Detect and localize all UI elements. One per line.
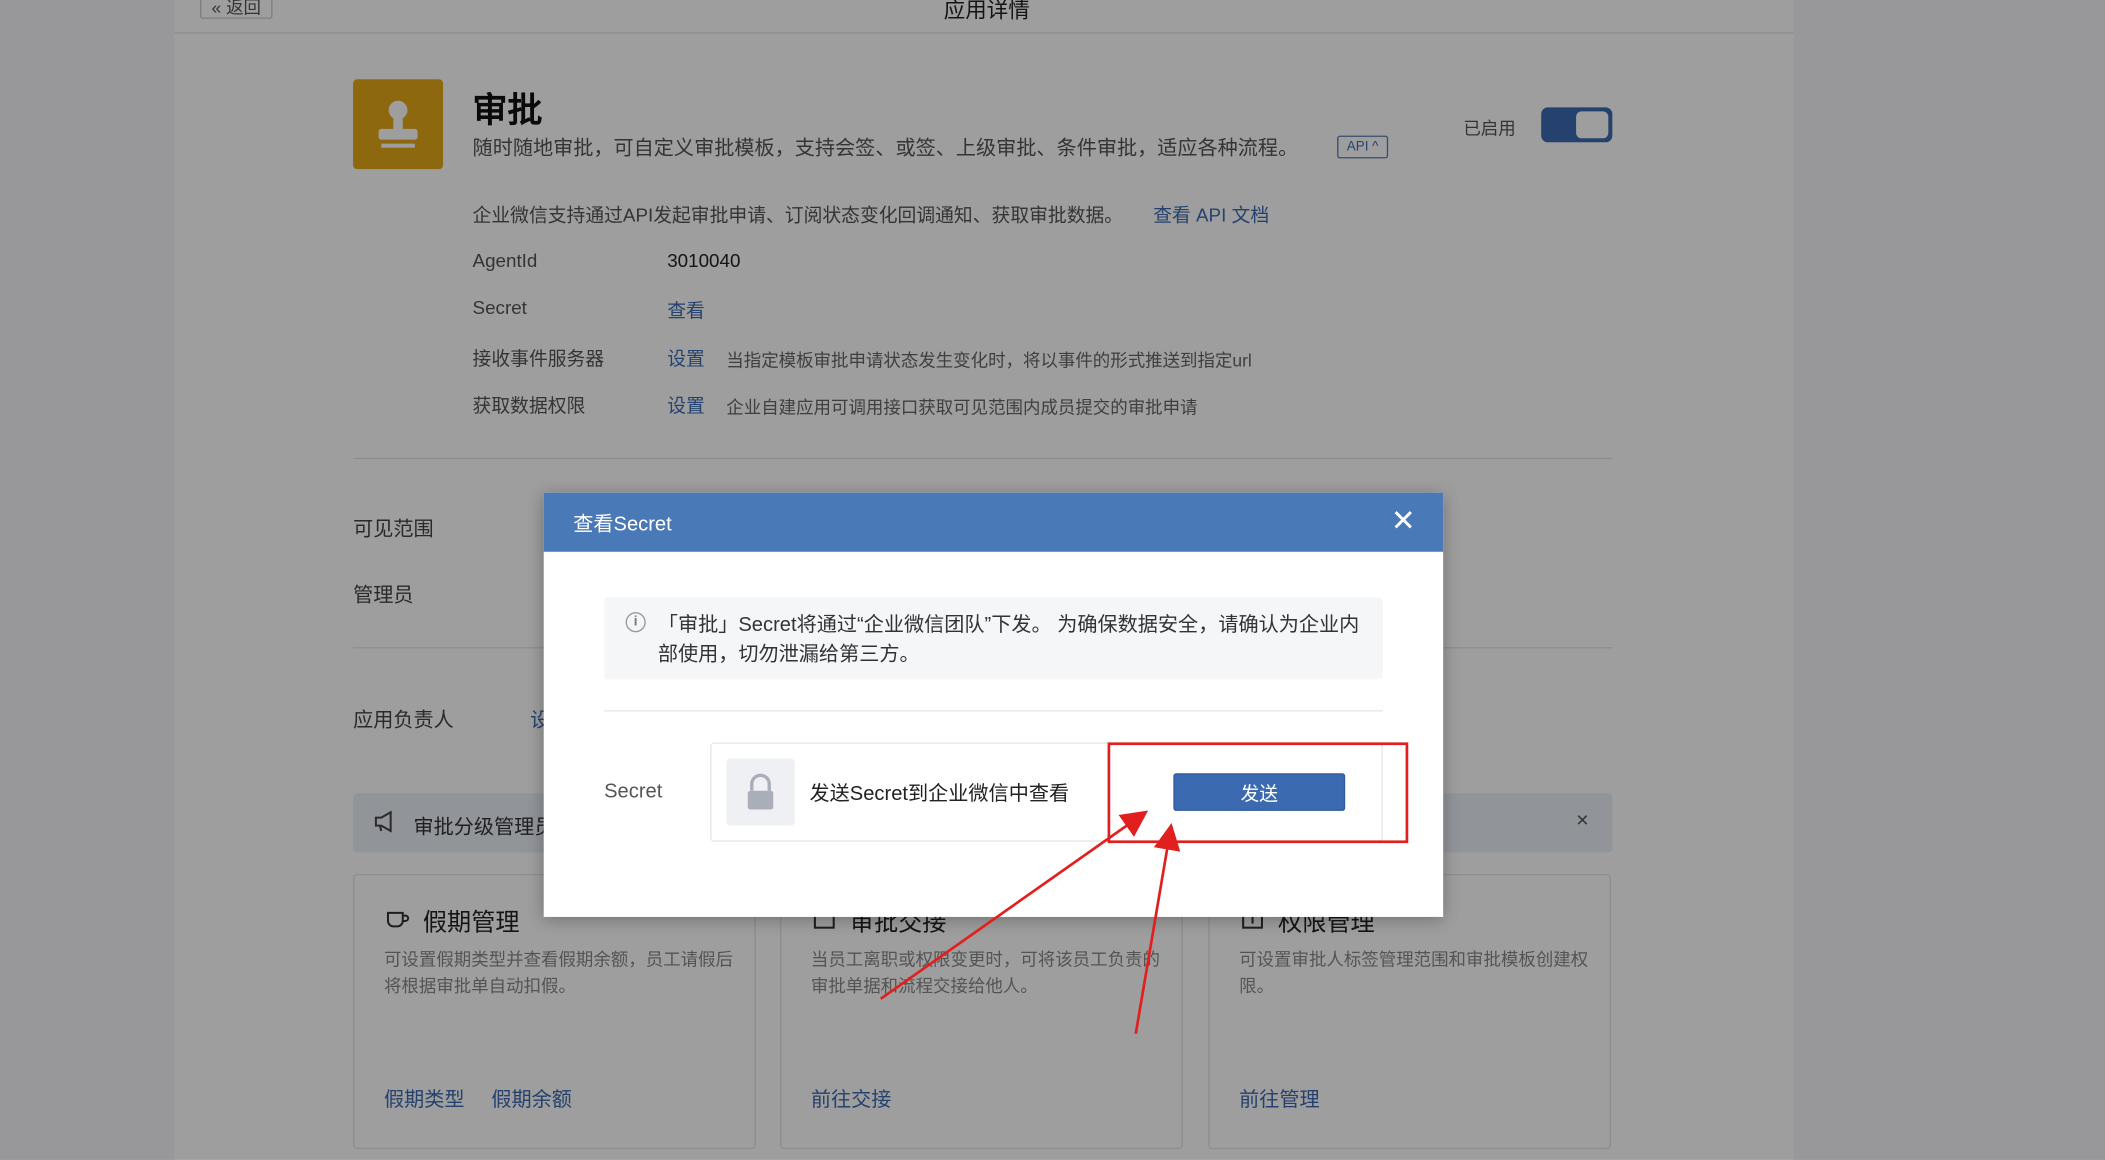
annotation-arrows (879, 810, 1181, 1034)
